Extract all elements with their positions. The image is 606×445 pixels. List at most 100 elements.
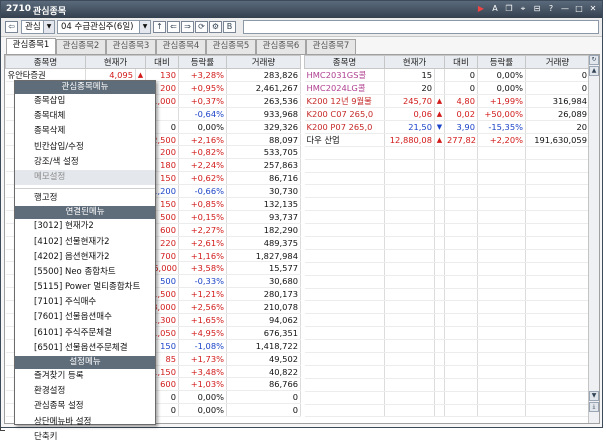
col-header-price[interactable]: 현재가 — [384, 55, 445, 69]
menu-link-7601[interactable]: [7601] 선물옵션매수 — [15, 310, 155, 325]
cell-rate — [477, 172, 526, 186]
menu-watchlist-settings[interactable]: 관심종목 설정 — [15, 399, 155, 414]
restore-icon[interactable]: ❐ — [504, 3, 514, 14]
table-row[interactable]: 다우 산업 12,880,08 ▲ 277,82 +2,20% 191,630,059 — [304, 133, 590, 147]
table-row[interactable] — [304, 210, 590, 225]
refresh-icon[interactable]: ⟳ — [195, 21, 208, 33]
menu-replace-item[interactable]: 종목대체 — [15, 109, 155, 124]
pin-icon[interactable]: ⌖ — [518, 3, 528, 14]
col-header-volume[interactable]: 거래량 — [525, 55, 590, 69]
cell-price — [384, 313, 435, 328]
menu-insert-item[interactable]: 종목삽입 — [15, 94, 155, 109]
table-row[interactable] — [304, 249, 590, 263]
help-icon[interactable]: ? — [546, 3, 556, 14]
group-combo[interactable]: 관심 ▼ — [21, 20, 55, 34]
table-row[interactable] — [304, 223, 590, 238]
cell-sym — [434, 159, 445, 173]
play-icon[interactable]: ▶ — [476, 3, 486, 14]
table-row[interactable] — [304, 326, 590, 341]
table-row[interactable]: K200 12년 9월물 245,70 ▲ 4,80 +1,99% 316,984 — [304, 94, 590, 108]
col-header-volume[interactable]: 거래량 — [226, 55, 301, 69]
menu-link-5115[interactable]: [5115] Power 멀티종합차트 — [15, 280, 155, 295]
table-row[interactable] — [304, 275, 590, 289]
col-header-name[interactable]: 종목명 — [304, 55, 385, 69]
menu-blank-insert[interactable]: 빈칸삽입/수정 — [15, 140, 155, 155]
table-row[interactable] — [304, 197, 590, 212]
cell-name — [304, 300, 385, 315]
maximize-icon[interactable]: □ — [574, 3, 584, 14]
col-header-rate[interactable]: 등락률 — [477, 55, 526, 69]
cell-diff — [444, 184, 478, 199]
col-header-price[interactable]: 현재가 — [85, 55, 146, 69]
chevron-down-icon[interactable]: ▼ — [139, 21, 150, 33]
menu-topbar-settings[interactable]: 상단메뉴바 설정 — [15, 415, 155, 430]
col-header-diff[interactable]: 대비 — [145, 55, 179, 69]
menu-delete-item[interactable]: 종목삭제 — [15, 124, 155, 139]
tab-1[interactable]: 관심종목1 — [6, 38, 56, 54]
tile-icon[interactable]: ⊟ — [532, 3, 542, 14]
menu-memo-setting[interactable]: 메모설정 — [15, 169, 155, 186]
cell-vol — [525, 262, 590, 276]
table-row[interactable] — [304, 288, 590, 302]
cell-vol — [525, 249, 590, 263]
table-row[interactable] — [304, 313, 590, 328]
list-combo[interactable]: 04 수급관심주(6일) ▼ — [57, 20, 151, 34]
menu-highlight-color[interactable]: 강조/색 설정 — [15, 155, 155, 170]
table-row[interactable] — [304, 300, 590, 315]
refresh-icon[interactable]: ↻ — [589, 55, 599, 65]
table-row[interactable]: K200 P07 265,0 21,50 ▼ 3,90 -15,35% 20 — [304, 120, 590, 134]
scroll-up-icon[interactable]: ▲ — [589, 66, 599, 76]
scroll-down-icon[interactable]: ▼ — [589, 391, 599, 401]
scroll-end-icon[interactable]: ⤓ — [589, 402, 599, 412]
table-row[interactable]: HMC2024LG콜 20 0 0,00% 0 — [304, 81, 590, 95]
table-row[interactable] — [304, 378, 590, 392]
menu-link-7101[interactable]: [7101] 주식매수 — [15, 295, 155, 310]
tab-6[interactable]: 관심종목6 — [256, 39, 306, 54]
font-icon[interactable]: A — [490, 3, 500, 14]
menu-row-fix[interactable]: 행고정 — [15, 191, 155, 206]
table-row[interactable] — [304, 172, 590, 186]
table-row[interactable] — [304, 404, 590, 418]
tab-7[interactable]: 관심종목7 — [306, 39, 356, 54]
menu-link-3012[interactable]: [3012] 현재가2 — [15, 219, 155, 234]
menu-shortcuts[interactable]: 단축키 — [15, 430, 155, 445]
tab-2[interactable]: 관심종목2 — [56, 39, 106, 54]
table-row[interactable]: K200 C07 265,0 0,06 ▲ 0,02 +50,00% 26,089 — [304, 107, 590, 121]
next-icon[interactable]: ⇒ — [181, 21, 194, 33]
table-row[interactable] — [304, 184, 590, 199]
col-header-name[interactable]: 종목명 — [5, 55, 86, 69]
vertical-scrollbar[interactable]: ↻ ▲ ▼ ⤓ — [588, 55, 599, 423]
chevron-down-icon[interactable]: ▼ — [43, 21, 54, 33]
table-row[interactable] — [304, 365, 590, 379]
table-row[interactable] — [304, 159, 590, 173]
cell-price — [384, 378, 435, 392]
tab-3[interactable]: 관심종목3 — [106, 39, 156, 54]
table-row[interactable] — [304, 339, 590, 354]
menu-add-favorite[interactable]: 즐겨찾기 등록 — [15, 369, 155, 384]
menu-link-4102[interactable]: [4102] 선물현재가2 — [15, 235, 155, 250]
menu-preferences[interactable]: 환경설정 — [15, 384, 155, 399]
search-input[interactable] — [243, 20, 599, 34]
settings-icon[interactable]: ⚙ — [209, 21, 222, 33]
menu-link-4202[interactable]: [4202] 옵션현재가2 — [15, 250, 155, 265]
b-button[interactable]: B — [223, 21, 236, 33]
table-row[interactable]: HMC2031GS콜 15 0 0,00% 0 — [304, 68, 590, 82]
table-row[interactable] — [304, 262, 590, 276]
menu-link-5500[interactable]: [5500] Neo 종합차트 — [15, 265, 155, 280]
minimize-icon[interactable]: — — [560, 3, 570, 14]
tab-5[interactable]: 관심종목5 — [206, 39, 256, 54]
table-row[interactable] — [304, 146, 590, 160]
list-toggle-icon[interactable]: ⇦ — [5, 21, 18, 33]
cell-name — [304, 326, 385, 341]
prev-icon[interactable]: ⇐ — [167, 21, 180, 33]
tab-4[interactable]: 관심종목4 — [156, 39, 206, 54]
close-icon[interactable]: ✕ — [588, 3, 598, 14]
table-row[interactable] — [304, 236, 590, 250]
col-header-rate[interactable]: 등락률 — [178, 55, 227, 69]
table-row[interactable] — [304, 352, 590, 366]
table-row[interactable] — [304, 391, 590, 405]
col-header-diff[interactable]: 대비 — [444, 55, 478, 69]
move-up-icon[interactable]: ↑ — [153, 21, 166, 33]
menu-link-6501[interactable]: [6501] 선물옵션주문체결 — [15, 341, 155, 356]
menu-link-6101[interactable]: [6101] 주식주문체결 — [15, 326, 155, 341]
